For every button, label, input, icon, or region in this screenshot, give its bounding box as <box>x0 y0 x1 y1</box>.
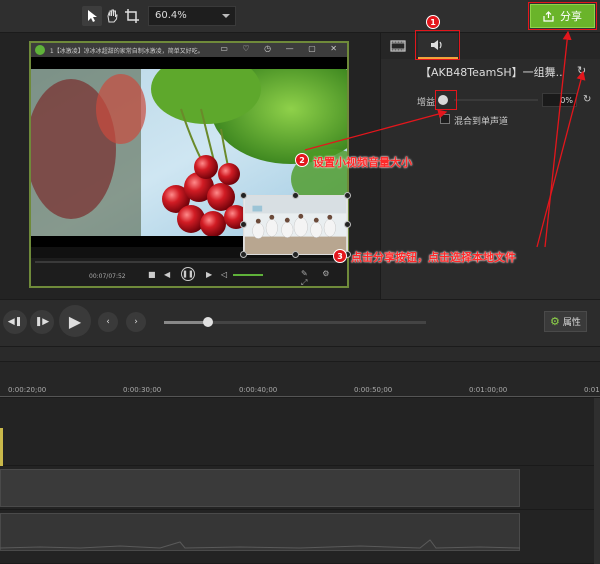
step-2-annotation: 设置小视频音量大小 <box>313 156 412 169</box>
scrubber-progress <box>164 321 208 324</box>
resize-handle-r[interactable] <box>344 221 351 228</box>
resize-handle-bl[interactable] <box>240 251 247 258</box>
player-extra-icons[interactable]: ✎ ⚙ ⤢ <box>301 269 347 288</box>
ruler-line <box>0 396 600 397</box>
forward-icon[interactable]: ❚▶ <box>30 310 54 334</box>
select-arrow-icon[interactable] <box>82 6 102 26</box>
timeline-track-1 <box>0 398 600 466</box>
properties-tabs <box>381 33 600 59</box>
timeline-ruler[interactable] <box>0 362 600 398</box>
gain-label: 增益 <box>417 98 436 108</box>
ruler-tick-label: 0:00:40;00 <box>239 386 278 394</box>
resize-handle-l[interactable] <box>240 221 247 228</box>
mix-mono-checkbox[interactable] <box>440 114 450 124</box>
scrubber-knob[interactable] <box>203 317 213 327</box>
hand-icon[interactable] <box>102 6 122 26</box>
player-volume-bar[interactable] <box>233 274 263 276</box>
step-badge-3: 3 <box>333 249 347 263</box>
gain-value-input[interactable]: 0% <box>542 93 577 107</box>
chevron-down-icon <box>222 14 230 18</box>
volume-icon[interactable]: ◁ <box>221 270 227 279</box>
zoom-value: 60.4% <box>155 10 187 21</box>
gain-slider-track[interactable] <box>454 99 538 101</box>
next-icon[interactable]: › <box>126 312 146 332</box>
audio-waveform <box>0 539 520 549</box>
player-seek-bar[interactable] <box>35 261 343 263</box>
player-time: 00:07/07:52 <box>89 273 126 280</box>
player-titlebar: 1【冰激凌】凉冰冰超甜的家常自制冰激凌，简单又好吃。 ▭ ♡ ◷ — ▢ ✕ <box>31 43 347 57</box>
gear-icon: ⚙ <box>550 315 560 328</box>
crop-icon[interactable] <box>122 6 142 26</box>
pause-icon[interactable]: ❚❚ <box>181 267 195 281</box>
ruler-tick-label: 0:01 <box>584 386 600 394</box>
zoom-select[interactable]: 60.4% <box>148 6 236 26</box>
ruler-tick-label: 0:00:30;00 <box>123 386 162 394</box>
resize-handle-tl[interactable] <box>240 192 247 199</box>
highlight-gain <box>435 90 457 110</box>
mix-mono-label: 混合到单声道 <box>454 117 509 127</box>
player-controls-bar: 00:07/07:52 ■ ◀ ❚❚ ▶ ◁ ✎ ⚙ ⤢ <box>31 258 347 288</box>
step-badge-2: 2 <box>295 153 309 167</box>
resize-handle-t[interactable] <box>292 192 299 199</box>
step-3-annotation: 点击分享按钮，点击选择本地文件 <box>351 251 516 264</box>
stop-icon[interactable]: ■ <box>148 270 156 279</box>
player-logo-icon <box>35 45 45 55</box>
rewind-icon[interactable]: ◀❚ <box>3 310 27 334</box>
video-tab-icon[interactable] <box>390 38 406 52</box>
timeline-clip-1[interactable] <box>0 469 520 507</box>
track-clip-edge[interactable] <box>0 428 3 466</box>
ruler-tick-label: 0:00:50;00 <box>354 386 393 394</box>
reset-icon[interactable]: ↻ <box>577 64 586 77</box>
properties-label: 属性 <box>562 318 581 328</box>
resize-handle-tr[interactable] <box>344 192 351 199</box>
gain-reset-icon[interactable]: ↻ <box>583 94 591 105</box>
next-track-icon[interactable]: ▶ <box>206 270 212 279</box>
step-badge-1: 1 <box>426 15 440 29</box>
ruler-tick-label: 0:00:20;00 <box>8 386 47 394</box>
ruler-tick-label: 0:01:00;00 <box>469 386 508 394</box>
prev-icon[interactable]: ‹ <box>98 312 118 332</box>
highlight-share-button <box>528 2 597 30</box>
pip-video[interactable] <box>243 195 348 255</box>
highlight-audio-tab <box>415 30 460 60</box>
clip-title: 【AKB48TeamSH】一组舞... <box>420 66 562 79</box>
timeline-scrollbar[interactable] <box>594 398 600 564</box>
video-letterbox <box>31 57 347 69</box>
properties-button[interactable]: ⚙ 属性 <box>544 311 587 332</box>
play-icon[interactable]: ▶ <box>59 305 91 337</box>
window-controls-icon[interactable]: ▭ ♡ ◷ — ▢ ✕ <box>220 44 343 53</box>
resize-handle-b[interactable] <box>292 251 299 258</box>
timeline-header <box>0 346 600 362</box>
prev-track-icon[interactable]: ◀ <box>164 270 170 279</box>
